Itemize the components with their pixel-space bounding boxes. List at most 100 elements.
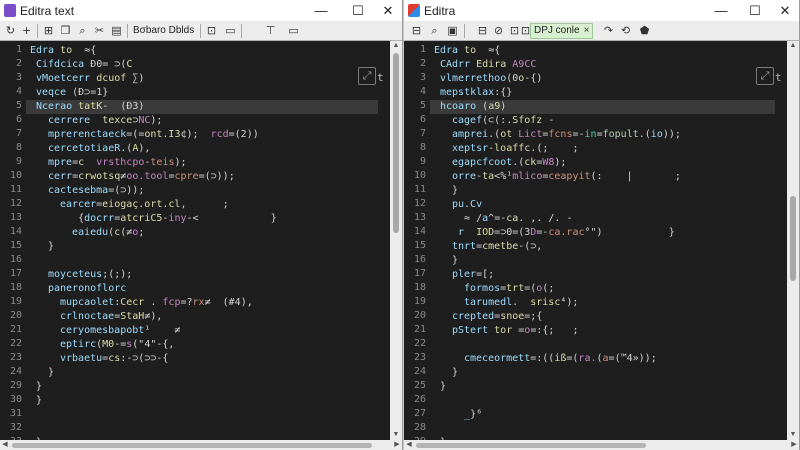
code-line[interactable]: pu.Cv: [434, 198, 787, 212]
new-file-icon[interactable]: ⊟: [408, 23, 425, 39]
scroll-left-icon[interactable]: ◀: [0, 440, 10, 450]
code-area[interactable]: Edra to ≈{Cifdcica Ð0= ⊃(C vMoetcerr dcuo…: [26, 41, 390, 448]
code-line[interactable]: ≈ /a^=-ca. ,. /. -: [434, 212, 787, 226]
tab-active[interactable]: DPJ conle ×: [530, 23, 594, 39]
vertical-scrollbar[interactable]: ▲ ▼: [787, 41, 799, 440]
code-line[interactable]: Cifdcica Ð0= ⊃(C: [30, 58, 390, 72]
code-line[interactable]: paneronoflorc: [30, 282, 390, 296]
scroll-thumb[interactable]: [393, 53, 399, 233]
code-line[interactable]: }: [30, 394, 390, 408]
code-line[interactable]: }: [30, 380, 390, 394]
code-line[interactable]: amprei.(ot Lict=fcns=-in=fopult.(io));: [434, 128, 787, 142]
add-icon[interactable]: +: [18, 23, 35, 39]
code-line[interactable]: }: [30, 240, 390, 254]
current-code-line[interactable]: hcoaro (a9): [430, 100, 775, 114]
code-line[interactable]: egapcfcoot.(ck=W8);: [434, 156, 787, 170]
code-line[interactable]: pStert tor =o=:{; ;: [434, 324, 787, 338]
code-line[interactable]: crepted=snoe=;{: [434, 310, 787, 324]
code-line[interactable]: cmeceormett=:((iß=(ra.(a=(™4»));: [434, 352, 787, 366]
close-button[interactable]: ✕: [770, 0, 799, 21]
scroll-down-icon[interactable]: ▼: [787, 430, 799, 440]
screenshot-icon[interactable]: ⊡: [203, 23, 220, 39]
code-line[interactable]: [30, 408, 390, 422]
shield-icon[interactable]: ⬟: [636, 23, 653, 39]
code-line[interactable]: mprerenctaeck=(=ont.I3¢); rcd=(2)): [30, 128, 390, 142]
code-line[interactable]: _}⁶: [434, 408, 787, 422]
code-line[interactable]: mupcaolet:Cecr . fcp=?rx≠ (#4),: [30, 296, 390, 310]
minimize-button[interactable]: —: [306, 0, 336, 21]
copy-icon[interactable]: ❐: [57, 23, 74, 39]
code-line[interactable]: vMoetcerr dcuof ∑): [30, 72, 390, 86]
scroll-right-icon[interactable]: ▶: [789, 440, 799, 450]
scroll-down-icon[interactable]: ▼: [390, 430, 402, 440]
code-line[interactable]: crlnoctae=StaH≠),: [30, 310, 390, 324]
new-tab-icon[interactable]: ⊞: [40, 23, 57, 39]
code-line[interactable]: cagef(⊂(:.Sfofz -: [434, 114, 787, 128]
code-line[interactable]: [434, 394, 787, 408]
code-area[interactable]: Edra to ≈{CAdrr Edira A9CC vlmerrethoo(0o…: [430, 41, 787, 448]
window-icon[interactable]: ▭: [285, 23, 302, 39]
code-line[interactable]: {docrr=atcriC5-iny-< }: [30, 212, 390, 226]
code-line[interactable]: mepstklax:{}: [434, 86, 787, 100]
code-line[interactable]: [434, 338, 787, 352]
code-line[interactable]: tarumedl. srisc⁴);: [434, 296, 787, 310]
scroll-thumb[interactable]: [12, 443, 372, 448]
vertical-scrollbar[interactable]: ▲ ▼: [390, 41, 402, 440]
code-line[interactable]: cerrere texce⊃NC);: [30, 114, 390, 128]
find-icon[interactable]: ⊟: [474, 23, 491, 39]
code-line[interactable]: r IOD=⊃0=(3D=-ca.rac°") }: [434, 226, 787, 240]
scroll-up-icon[interactable]: ▲: [787, 41, 799, 51]
code-line[interactable]: Edra to ≈{: [30, 44, 390, 58]
code-line[interactable]: formos=trt=(o(;: [434, 282, 787, 296]
code-line[interactable]: earcer=eiogaç.ort.cl, ;: [30, 198, 390, 212]
scroll-thumb[interactable]: [416, 443, 646, 448]
current-code-line[interactable]: Ncerao tatK- (Ð3): [26, 100, 378, 114]
code-line[interactable]: [434, 422, 787, 436]
scroll-up-icon[interactable]: ▲: [390, 41, 402, 51]
code-line[interactable]: ceryomesbapobt¹ ≠: [30, 324, 390, 338]
refresh-icon[interactable]: ⟲: [617, 23, 634, 39]
horizontal-scrollbar[interactable]: ◀ ▶: [404, 440, 799, 450]
code-line[interactable]: cactesebma=(⊃));: [30, 184, 390, 198]
tab-close-icon[interactable]: ×: [584, 25, 590, 36]
open-icon[interactable]: ⌕: [426, 23, 443, 39]
code-line[interactable]: }: [434, 254, 787, 268]
scroll-right-icon[interactable]: ▶: [392, 440, 402, 450]
code-line[interactable]: Edra to ≈{: [434, 44, 787, 58]
redo-icon[interactable]: ↷: [600, 23, 617, 39]
right-code-editor[interactable]: 1 2 3 4 5 6 7 8 9 10 11 12 13 14 15 16 17 18 19 20 21 22 23 24 2…: [404, 41, 787, 448]
code-line[interactable]: cercetotiaeR.(A),: [30, 142, 390, 156]
close-button[interactable]: ✕: [373, 0, 402, 21]
search-icon[interactable]: ⌕: [74, 23, 91, 39]
code-line[interactable]: [30, 422, 390, 436]
code-line[interactable]: cerr=crwotsq≠oo.tool=cpre=(⊃));: [30, 170, 390, 184]
code-line[interactable]: vrbaetu=cs:-⊃(⊃⊃-{: [30, 352, 390, 366]
code-line[interactable]: veqce (Ð⊃=1}: [30, 86, 390, 100]
code-line[interactable]: pler=[;: [434, 268, 787, 282]
maximize-button[interactable]: ☐: [740, 0, 770, 21]
scroll-thumb[interactable]: [790, 196, 796, 281]
horizontal-scrollbar[interactable]: ◀ ▶: [0, 440, 402, 450]
save-icon[interactable]: ▣: [444, 23, 461, 39]
scroll-left-icon[interactable]: ◀: [404, 440, 414, 450]
code-line[interactable]: eaiedu(c(≠o;: [30, 226, 390, 240]
tab-undo-icon[interactable]: ↻: [2, 23, 19, 39]
code-line[interactable]: }: [434, 184, 787, 198]
cut-icon[interactable]: ⊘: [490, 23, 507, 39]
peek-icon[interactable]: ⤢: [358, 67, 376, 85]
left-code-editor[interactable]: 1 2 3 4 5 6 7 8 9 10 11 12 13 14 15 16 17 18 19 20 21 22 23 24 2…: [0, 41, 390, 448]
code-line[interactable]: eptirc(M0-=s("4"-{,: [30, 338, 390, 352]
code-line[interactable]: CAdrr Edira A9CC: [434, 58, 787, 72]
code-line[interactable]: orre-ta<%¹mlico=ceapyit(: | ;: [434, 170, 787, 184]
code-line[interactable]: xeptsr-loaffc.(; ;: [434, 142, 787, 156]
tab-label[interactable]: Bσbaro Dblds: [130, 23, 197, 39]
pin-icon[interactable]: ⊤: [262, 23, 279, 39]
code-line[interactable]: moyceteus;(;);: [30, 268, 390, 282]
code-line[interactable]: }: [30, 366, 390, 380]
code-line[interactable]: mpre=c vrsthcpo-teis);: [30, 156, 390, 170]
peek-icon[interactable]: ⤢: [756, 67, 774, 85]
cut-icon[interactable]: ✂: [91, 23, 108, 39]
code-line[interactable]: vlmerrethoo(0o-{): [434, 72, 787, 86]
maximize-button[interactable]: ☐: [343, 0, 373, 21]
code-line[interactable]: tnrt=cmetbe-(⊃,: [434, 240, 787, 254]
